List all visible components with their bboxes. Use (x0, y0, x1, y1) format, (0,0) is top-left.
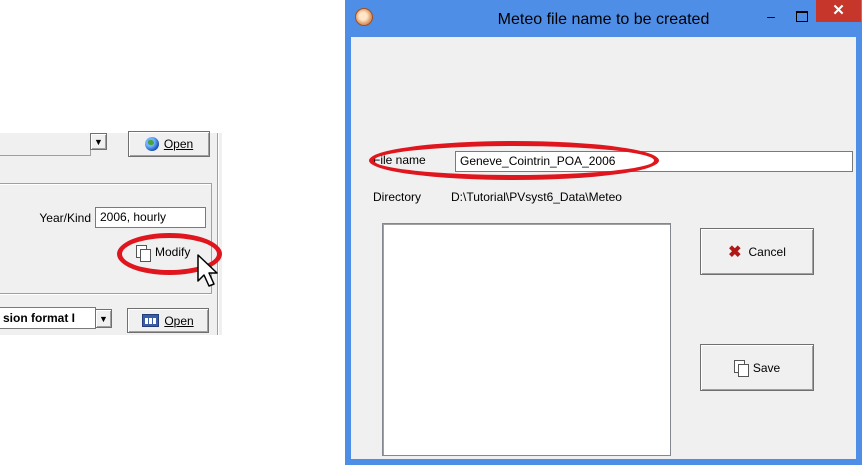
maximize-icon (796, 11, 808, 22)
top-combo-dropdown-button[interactable]: ▼ (90, 133, 107, 150)
group-box-bottom-border (0, 293, 212, 295)
bottom-open-label: Open (164, 313, 194, 328)
group-box-top-border (0, 183, 212, 185)
top-combo-field[interactable] (0, 133, 91, 156)
table-icon (142, 314, 160, 327)
chevron-down-icon: ▼ (99, 313, 108, 324)
format-dropdown-button[interactable]: ▼ (95, 309, 112, 328)
close-button[interactable]: ✕ (816, 0, 861, 22)
save-label: Save (752, 360, 781, 375)
minimize-button[interactable]: – (758, 8, 784, 28)
dialog-client-area: File name Geneve_Cointrin_POA_2006 Direc… (351, 37, 856, 459)
top-open-button[interactable]: Open (128, 131, 210, 157)
file-listbox[interactable] (382, 223, 671, 456)
directory-label: Directory (373, 190, 422, 204)
format-select-value: sion format I (3, 311, 76, 325)
maximize-button[interactable] (789, 6, 815, 26)
modify-icon (136, 244, 151, 262)
cancel-button[interactable]: ✖ Cancel (700, 228, 814, 275)
format-select[interactable]: sion format I (0, 307, 96, 329)
file-name-label: File name (373, 153, 426, 167)
top-open-label: Open (163, 137, 194, 151)
bottom-open-button[interactable]: Open (127, 308, 209, 333)
year-kind-field[interactable]: 2006, hourly (95, 207, 206, 228)
year-kind-label: Year/Kind (39, 211, 91, 225)
cancel-label: Cancel (748, 244, 786, 259)
modify-label: Modify (155, 245, 191, 259)
mouse-cursor-icon (197, 254, 218, 287)
save-button[interactable]: Save (700, 344, 814, 391)
dialog-title: Meteo file name to be created (497, 11, 710, 28)
directory-path: D:\Tutorial\PVsyst6_Data\Meteo (451, 190, 622, 204)
save-icon (733, 360, 749, 377)
panel-divider-highlight (218, 133, 219, 335)
parent-window-panel: ▼ Open Year/Kind 2006, hourly Modify sio… (0, 131, 222, 335)
chevron-down-icon: ▼ (94, 136, 103, 147)
meteo-file-name-dialog: Meteo file name to be created – ✕ File n… (345, 0, 862, 465)
globe-icon (144, 137, 159, 151)
cancel-x-icon: ✖ (728, 243, 742, 261)
modify-button[interactable]: Modify (136, 241, 200, 263)
file-name-field[interactable]: Geneve_Cointrin_POA_2006 (455, 151, 853, 172)
close-icon: ✕ (832, 2, 845, 19)
minimize-icon: – (767, 8, 775, 24)
